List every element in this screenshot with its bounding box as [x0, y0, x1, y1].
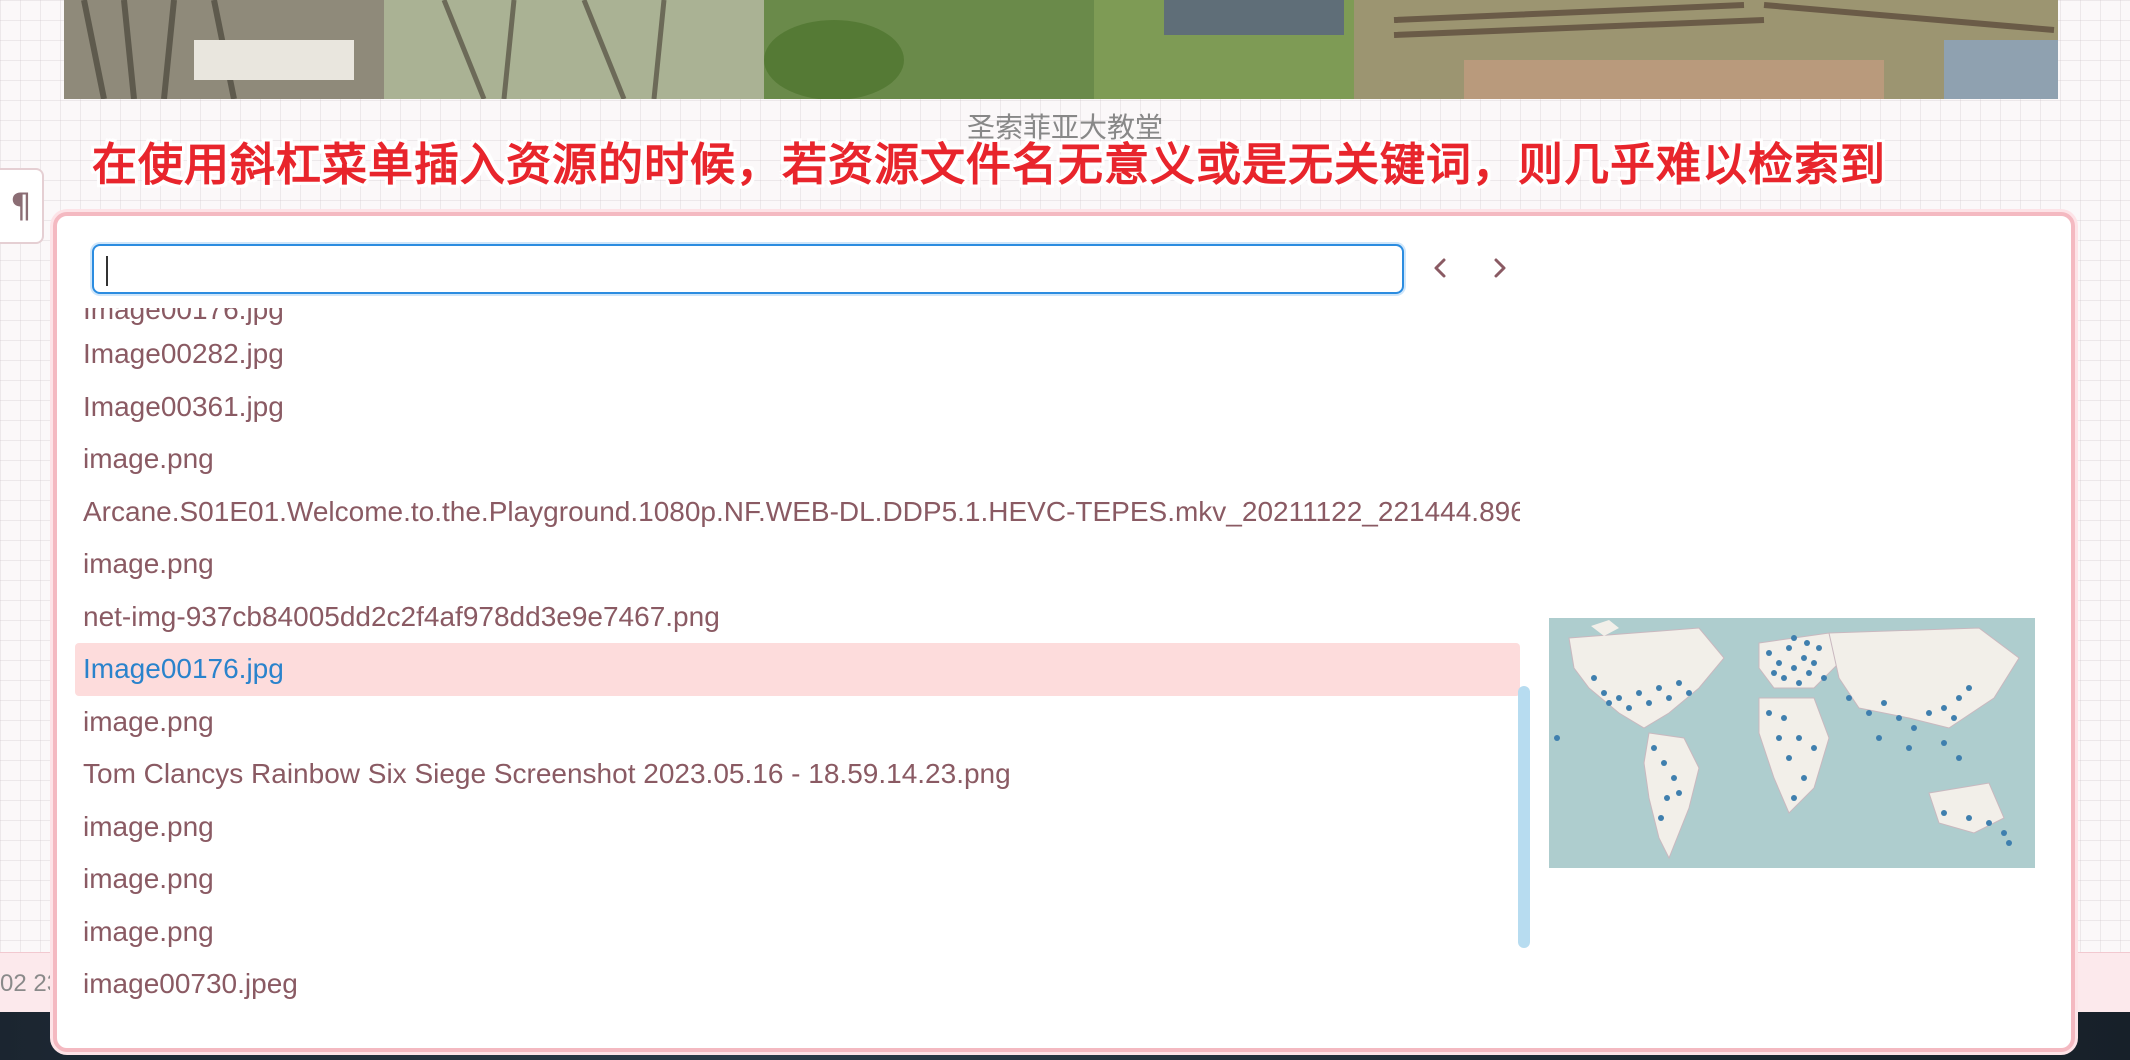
- asset-preview-image: [1549, 618, 2035, 868]
- chevron-left-icon: [1434, 258, 1446, 278]
- list-item[interactable]: image.png: [75, 801, 1520, 854]
- next-page-button[interactable]: [1477, 246, 1521, 290]
- list-item[interactable]: Tom Clancys Rainbow Six Siege Screenshot…: [75, 748, 1520, 801]
- list-item[interactable]: Image00176.jpg: [75, 308, 1520, 328]
- list-item[interactable]: image.png: [75, 853, 1520, 906]
- list-scrollbar[interactable]: [1518, 686, 1530, 948]
- list-item[interactable]: net-img-937cb84005dd2c2f4af978dd3e9e7467…: [75, 591, 1520, 644]
- photo-scene: [64, 0, 2058, 99]
- status-date: 02 23: [0, 970, 61, 997]
- asset-search-input[interactable]: [92, 244, 1404, 294]
- list-item[interactable]: image00730.jpeg: [75, 958, 1520, 1011]
- paragraph-handle-icon[interactable]: ¶: [0, 168, 44, 244]
- list-item-selected[interactable]: Image00176.jpg: [75, 643, 1520, 696]
- list-item[interactable]: Image00282.jpg: [75, 328, 1520, 381]
- world-map-preview: [1549, 618, 2035, 868]
- asset-picker-popup: Image00176.jpg Image00282.jpg Image00361…: [53, 212, 2075, 1052]
- text-caret: [106, 256, 108, 286]
- list-item[interactable]: image.png: [75, 433, 1520, 486]
- chevron-right-icon: [1494, 258, 1506, 278]
- image-banner: [64, 0, 2058, 99]
- list-item[interactable]: image.png: [75, 696, 1520, 749]
- list-item[interactable]: image.png: [75, 538, 1520, 591]
- list-item[interactable]: Arcane.S01E01.Welcome.to.the.Playground.…: [75, 486, 1520, 539]
- prev-page-button[interactable]: [1419, 246, 1463, 290]
- annotation-headline: 在使用斜杠菜单插入资源的时候，若资源文件名无意义或是无关键词，则几乎难以检索到: [92, 138, 1887, 191]
- asset-list[interactable]: Image00176.jpg Image00282.jpg Image00361…: [75, 308, 1520, 1036]
- list-item[interactable]: image.png: [75, 906, 1520, 959]
- list-item[interactable]: Image00361.jpg: [75, 381, 1520, 434]
